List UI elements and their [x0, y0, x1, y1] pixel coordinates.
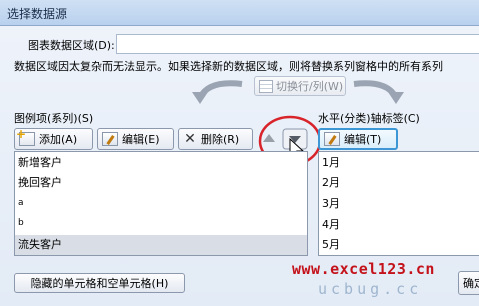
delete-icon: ✕ — [184, 131, 196, 147]
watermark-secondary: ucbug.cc — [318, 280, 423, 298]
edit-axis-labels-button[interactable]: 编辑(T) — [318, 128, 398, 150]
series-item[interactable]: b — [15, 213, 307, 233]
axis-label-item[interactable]: 3月 — [319, 194, 479, 214]
axis-labels-label: 水平(分类)轴标签(C) — [318, 112, 420, 125]
axis-label-item[interactable]: 5月 — [319, 235, 479, 255]
watermark-primary: www.excel123.cn — [292, 260, 435, 278]
add-series-icon — [16, 127, 35, 146]
title-bar: 选择数据源 — [0, 0, 479, 26]
series-item-selected[interactable]: 流失客户 — [15, 235, 307, 255]
axis-labels-list[interactable]: 1月 2月 3月 4月 5月 — [318, 151, 479, 256]
series-item[interactable]: 挽回客户 — [15, 173, 307, 193]
series-item[interactable]: a — [15, 193, 307, 213]
data-range-label: 图表数据区域(D): — [28, 39, 115, 52]
add-series-button[interactable]: 添加(A) — [14, 127, 93, 150]
window-title: 选择数据源 — [7, 7, 68, 21]
complex-range-message: 数据区域因太复杂而无法显示。如果选择新的数据区域，则将替换系列窗格中的所有系列 — [14, 60, 443, 73]
delete-series-button[interactable]: ✕ 删除(R) — [178, 128, 253, 150]
curved-arrow-left-icon — [192, 80, 243, 104]
axis-label-item[interactable]: 4月 — [319, 215, 479, 235]
hidden-empty-cells-button[interactable]: 隐藏的单元格和空单元格(H) — [14, 273, 185, 293]
series-item[interactable]: 新增客户 — [15, 153, 307, 173]
axis-label-item[interactable]: 1月 — [319, 153, 479, 173]
edit-series-button[interactable]: 编辑(E) — [97, 128, 174, 150]
series-list[interactable]: 新增客户 挽回客户 a b 流失客户 — [14, 151, 308, 256]
curved-arrow-right-icon — [353, 80, 404, 104]
ok-button[interactable]: 确定 — [458, 271, 479, 295]
edit-icon — [102, 132, 118, 146]
switch-icon — [259, 79, 273, 93]
switch-row-column-button[interactable]: 切换行/列(W) — [254, 76, 346, 96]
axis-label-item[interactable]: 2月 — [319, 173, 479, 193]
edit-icon — [324, 132, 340, 146]
data-range-input[interactable] — [116, 34, 479, 54]
legend-entries-label: 图例项(系列)(S) — [14, 112, 94, 125]
